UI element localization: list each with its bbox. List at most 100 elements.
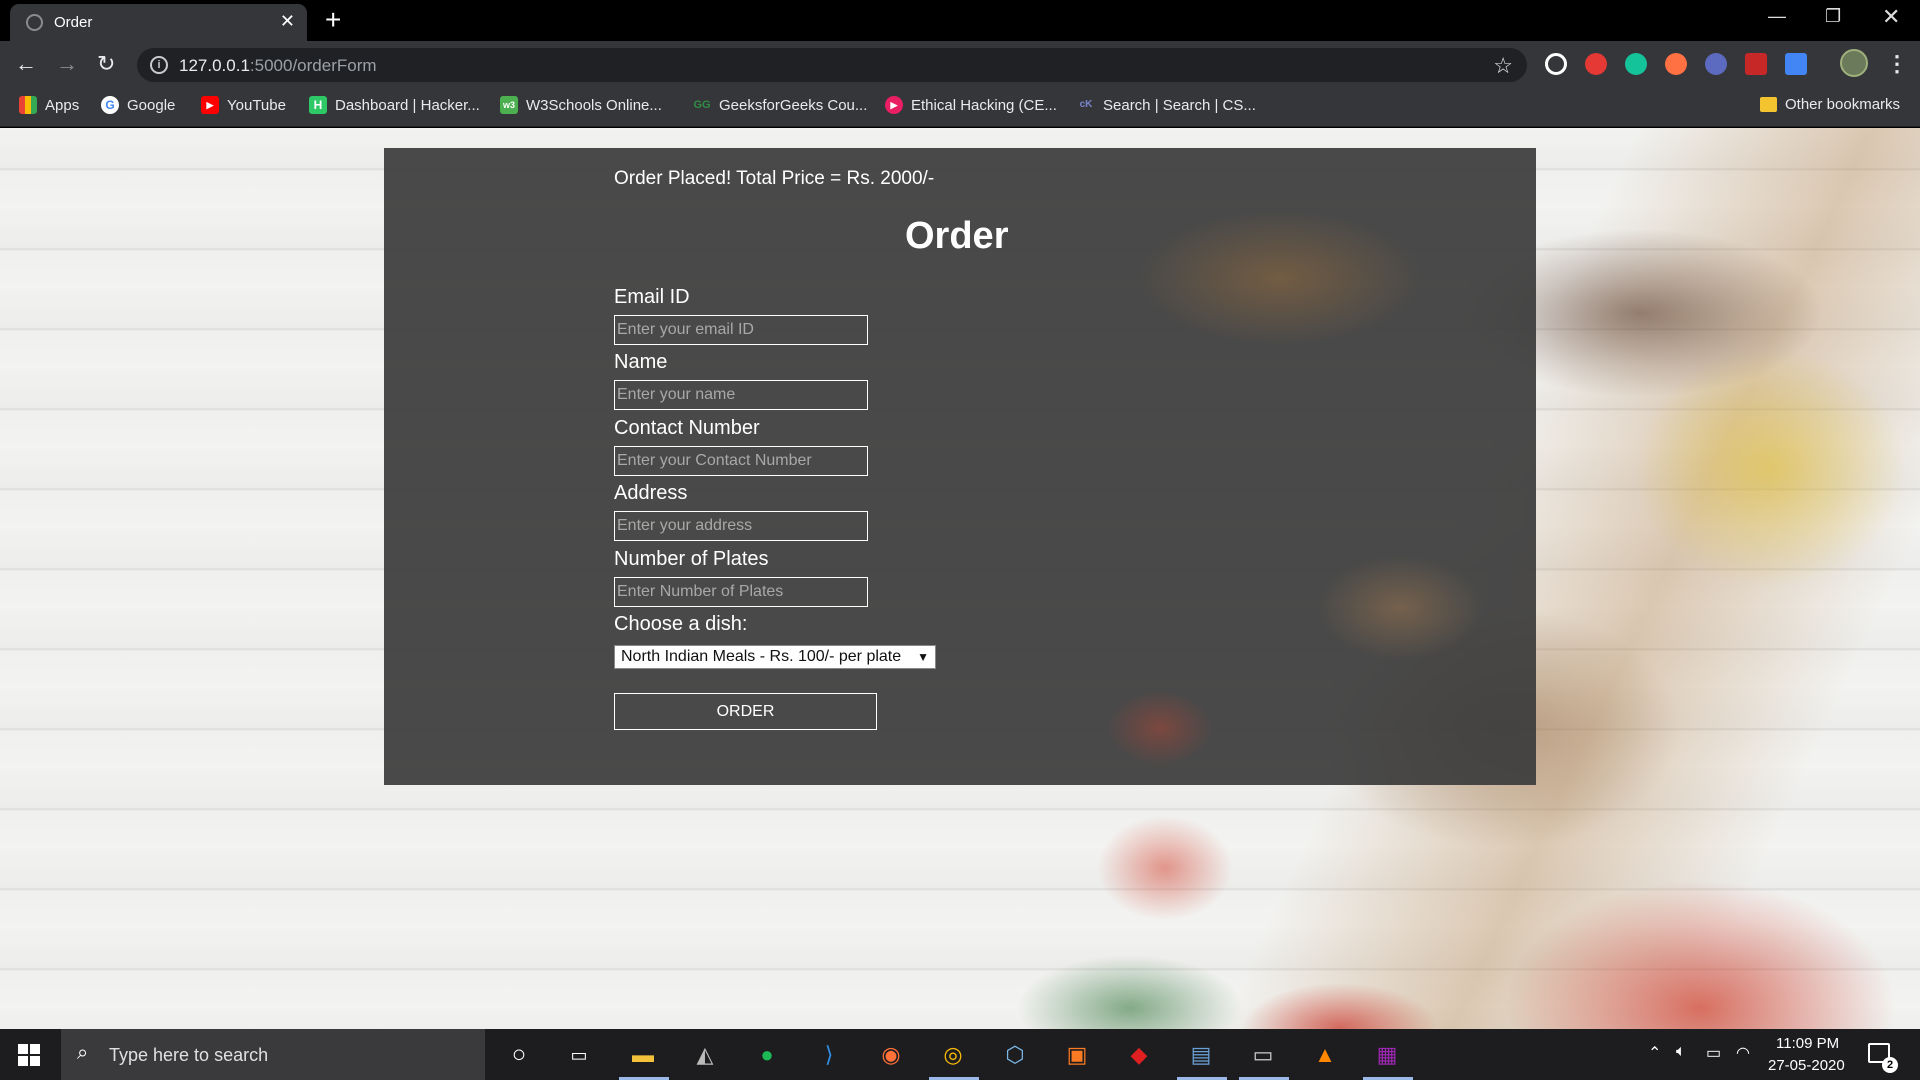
spotify-icon[interactable]: ● (751, 1039, 783, 1071)
vscode-icon[interactable]: ⟩ (813, 1039, 845, 1071)
bookmark-youtube[interactable]: ▶ YouTube (201, 96, 286, 114)
minimize-button[interactable]: — (1768, 6, 1786, 27)
url-path: :5000/orderForm (249, 56, 377, 75)
close-tab-icon[interactable]: ✕ (280, 11, 295, 32)
mysql-workbench-icon[interactable]: ▤ (1185, 1039, 1217, 1071)
bookmark-google[interactable]: G Google (101, 96, 175, 114)
vlc-icon[interactable]: ▲ (1309, 1039, 1341, 1071)
cortana-icon[interactable]: ○ (503, 1039, 535, 1071)
clock-date[interactable]: 27-05-2020 (1768, 1057, 1845, 1074)
google-icon: G (101, 96, 119, 114)
address-label: Address (614, 482, 688, 504)
virtualbox-icon[interactable]: ⬡ (999, 1039, 1031, 1071)
globe-icon (26, 14, 43, 31)
extension-book-icon[interactable] (1745, 53, 1767, 75)
acrobat-icon[interactable]: ◆ (1123, 1039, 1155, 1071)
chevron-down-icon: ▼ (917, 650, 929, 664)
dish-label: Choose a dish: (614, 613, 748, 635)
chevron-up-icon[interactable]: ⌃ (1648, 1043, 1661, 1063)
maximize-button[interactable]: ❐ (1825, 6, 1841, 27)
google-translate-icon[interactable] (1785, 53, 1807, 75)
name-label: Name (614, 351, 668, 373)
search-placeholder: Type here to search (109, 1045, 269, 1065)
file-explorer-icon[interactable]: ▬ (627, 1039, 659, 1071)
contact-field[interactable] (614, 446, 868, 476)
predator-sense-icon[interactable]: ◭ (689, 1039, 721, 1071)
bookmark-label: Google (127, 96, 176, 114)
task-view-icon[interactable]: ▭ (563, 1039, 595, 1071)
winrar-icon[interactable]: ▦ (1371, 1039, 1403, 1071)
notification-badge: 2 (1882, 1057, 1898, 1073)
bookmark-ethical-hacking[interactable]: ▶ Ethical Hacking (CE... (885, 96, 1057, 114)
hackerrank-icon: H (309, 96, 327, 114)
bookmark-star-icon[interactable]: ☆ (1493, 53, 1513, 79)
firefox-icon[interactable]: ◉ (875, 1039, 907, 1071)
volume-icon[interactable]: 🔈︎ (1676, 1043, 1686, 1061)
forward-button[interactable]: → (56, 51, 78, 77)
bookmark-label: Dashboard | Hacker... (335, 96, 480, 114)
taskbar-search-box[interactable]: ⌕ Type here to search (61, 1029, 485, 1080)
bookmark-label: GeeksforGeeks Cou... (719, 96, 868, 114)
bookmark-apps[interactable]: Apps (19, 96, 79, 114)
battery-icon[interactable]: ▭ (1706, 1043, 1721, 1063)
ethical-hacking-icon: ▶ (885, 96, 903, 114)
chrome-icon[interactable]: ◎ (937, 1039, 969, 1071)
reload-button[interactable]: ↻ (97, 51, 115, 77)
extension-circle-icon[interactable] (1545, 53, 1567, 75)
folder-icon (1760, 97, 1777, 112)
plates-field[interactable] (614, 577, 868, 607)
url-text[interactable]: 127.0.0.1:5000/orderForm (179, 56, 377, 76)
profile-avatar[interactable] (1840, 49, 1868, 77)
windows-start-icon[interactable] (18, 1044, 40, 1066)
address-bar[interactable]: i 127.0.0.1:5000/orderForm ☆ (137, 48, 1527, 82)
new-tab-button[interactable]: + (325, 6, 341, 34)
extension-tool-icon[interactable] (1705, 53, 1727, 75)
bookmark-w3schools[interactable]: w3 W3Schools Online... (500, 96, 662, 114)
clock-time[interactable]: 11:09 PM (1776, 1035, 1839, 1052)
page-title: Order (905, 215, 1009, 257)
browser-toolbar: ← → ↻ i 127.0.0.1:5000/orderForm ☆ ⋮ (0, 41, 1920, 88)
extension-shield-icon[interactable] (1665, 53, 1687, 75)
back-button[interactable]: ← (15, 51, 37, 77)
tab-strip: Order ✕ + — ❐ ✕ (0, 0, 1920, 41)
windows-taskbar: ⌕ Type here to search ○ ▭ ▬ ◭ ● ⟩ ◉ ◎ ⬡ … (0, 1029, 1920, 1080)
dish-selected-value: North Indian Meals - Rs. 100/- per plate (621, 648, 902, 665)
tab-title: Order (54, 14, 93, 31)
chrome-menu-icon[interactable]: ⋮ (1886, 51, 1908, 77)
plates-label: Number of Plates (614, 548, 769, 570)
order-button[interactable]: ORDER (614, 693, 877, 730)
contact-label: Contact Number (614, 417, 760, 439)
youtube-icon: ▶ (201, 96, 219, 114)
bookmark-hackerrank[interactable]: H Dashboard | Hacker... (309, 96, 480, 114)
wifi-icon[interactable]: ◠ (1736, 1043, 1750, 1063)
dish-select[interactable]: North Indian Meals - Rs. 100/- per plate… (614, 645, 936, 669)
site-info-icon[interactable]: i (150, 56, 168, 74)
bookmarks-bar: Apps G Google ▶ YouTube H Dashboard | Ha… (0, 88, 1920, 127)
bookmark-label: Ethical Hacking (CE... (911, 96, 1057, 114)
bookmark-label: Other bookmarks (1785, 96, 1901, 113)
extension-block-icon[interactable] (1585, 53, 1607, 75)
page-background: Order Placed! Total Price = Rs. 2000/- O… (0, 128, 1920, 1029)
xampp-icon[interactable]: ▣ (1061, 1039, 1093, 1071)
close-window-button[interactable]: ✕ (1882, 4, 1900, 30)
email-field[interactable] (614, 315, 868, 345)
apps-grid-icon (19, 96, 37, 114)
tab-order[interactable]: Order ✕ (10, 4, 307, 41)
bookmark-other[interactable]: Other bookmarks (1760, 96, 1900, 113)
email-label: Email ID (614, 286, 690, 308)
url-host: 127.0.0.1 (179, 56, 250, 75)
bookmark-geeksforgeeks[interactable]: GG GeeksforGeeks Cou... (693, 96, 867, 114)
search-icon: ⌕ (77, 1042, 89, 1064)
order-status-message: Order Placed! Total Price = Rs. 2000/- (614, 168, 935, 189)
bookmark-label: YouTube (227, 96, 286, 114)
w3schools-icon: w3 (500, 96, 518, 114)
bookmark-search-cs[interactable]: cK Search | Search | CS... (1077, 96, 1256, 114)
name-field[interactable] (614, 380, 868, 410)
bookmark-label: W3Schools Online... (526, 96, 662, 114)
terminal-icon[interactable]: ▭ (1247, 1039, 1279, 1071)
bookmark-label: Search | Search | CS... (1103, 96, 1256, 114)
geeksforgeeks-icon: GG (693, 99, 711, 111)
bookmark-label: Apps (45, 96, 80, 114)
address-field[interactable] (614, 511, 868, 541)
grammarly-icon[interactable] (1625, 53, 1647, 75)
